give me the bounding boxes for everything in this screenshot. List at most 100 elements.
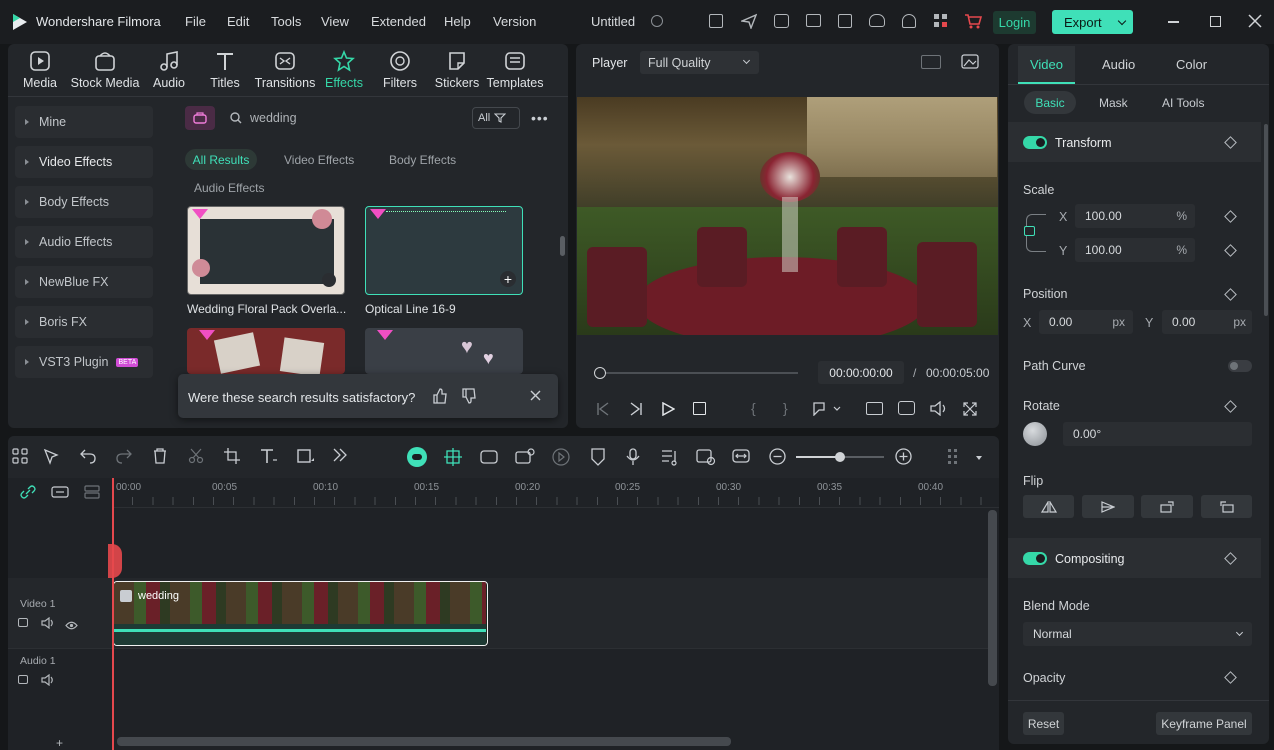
result-thumb-floral[interactable] (187, 206, 345, 295)
close-icon[interactable] (1248, 14, 1262, 31)
category-boris-fx[interactable]: Boris FX (15, 306, 153, 338)
blend-mode-dropdown[interactable]: Normal (1023, 622, 1252, 646)
menu-help[interactable]: Help (444, 14, 471, 29)
select-tool-icon[interactable] (43, 448, 61, 469)
category-vst3-plugin[interactable]: VST3 Plugin BETA (15, 346, 153, 378)
premium-filter-icon[interactable] (185, 106, 215, 130)
inspector-scrollbar[interactable] (1264, 124, 1268, 316)
reset-button[interactable]: Reset (1023, 712, 1064, 735)
mark-out-icon[interactable]: } (783, 400, 788, 416)
result-thumb-optical-line[interactable]: + (365, 206, 523, 295)
stop-icon[interactable] (693, 402, 706, 415)
menu-extended[interactable]: Extended (371, 14, 426, 29)
flip-vertical-button[interactable] (1082, 495, 1134, 518)
save-icon[interactable] (838, 14, 852, 28)
toolbar-stock-media[interactable]: Stock Media (70, 50, 140, 90)
result-thumb-photos[interactable] (187, 328, 345, 374)
layout-grid-icon[interactable] (12, 448, 28, 467)
progress-track[interactable] (600, 372, 798, 374)
ai-assistant-icon[interactable] (774, 14, 789, 28)
playhead[interactable] (112, 478, 114, 750)
audio-mixer-icon[interactable] (660, 448, 678, 469)
snapshot-icon[interactable] (961, 54, 979, 72)
tab-all-results[interactable]: All Results (185, 149, 257, 170)
subtab-basic[interactable]: Basic (1024, 91, 1076, 114)
apps-grid-icon[interactable] (934, 14, 948, 31)
menu-file[interactable]: File (185, 14, 206, 29)
play-icon[interactable] (662, 401, 676, 419)
chevron-down-icon[interactable] (976, 456, 982, 460)
rotate-left-button[interactable] (1201, 495, 1252, 518)
crop-icon[interactable] (224, 448, 240, 467)
redo-icon[interactable] (116, 448, 132, 467)
ai-audio-icon[interactable] (696, 448, 716, 469)
track-lock-icon[interactable] (18, 618, 28, 627)
playhead-handle[interactable] (108, 544, 122, 578)
link-icon[interactable] (20, 485, 36, 502)
filter-dropdown[interactable]: All (472, 107, 520, 129)
zoom-slider-handle[interactable] (835, 452, 845, 462)
position-y-input[interactable]: 0.00 px (1162, 310, 1252, 334)
ai-copilot-icon[interactable] (407, 447, 427, 467)
undo-icon[interactable] (80, 448, 96, 467)
shape-tool-icon[interactable] (297, 448, 315, 467)
tab-video[interactable]: Video (1018, 46, 1075, 84)
grid-view-icon[interactable] (921, 55, 941, 69)
menu-tools[interactable]: Tools (271, 14, 301, 29)
track-lock-icon[interactable] (18, 675, 28, 684)
path-curve-toggle[interactable] (1228, 360, 1252, 372)
track-audio-icon[interactable] (41, 673, 55, 689)
snapshot-camera-icon[interactable] (898, 401, 915, 415)
position-x-input[interactable]: 0.00 px (1039, 310, 1133, 334)
flip-horizontal-button[interactable] (1023, 495, 1074, 518)
scale-x-input[interactable]: 100.00 % (1075, 204, 1195, 228)
zoom-out-icon[interactable] (769, 448, 786, 468)
toolbar-templates[interactable]: Templates (480, 50, 550, 90)
download-icon[interactable] (322, 273, 336, 287)
track-audio-icon[interactable] (41, 616, 55, 632)
scrollbar-thumb[interactable] (560, 236, 565, 256)
category-mine[interactable]: Mine (15, 106, 153, 138)
category-audio-effects[interactable]: Audio Effects (15, 226, 153, 258)
subtab-mask[interactable]: Mask (1099, 96, 1128, 110)
microphone-icon[interactable] (625, 448, 641, 469)
timeline-settings-icon[interactable] (947, 448, 961, 469)
display-icon[interactable] (806, 14, 821, 27)
timeline-vertical-scrollbar[interactable] (988, 510, 997, 686)
split-icon[interactable] (188, 448, 204, 467)
mark-icon[interactable] (590, 448, 606, 469)
prev-frame-icon[interactable] (596, 402, 610, 419)
login-button[interactable]: Login (993, 11, 1036, 34)
thumbs-down-icon[interactable] (461, 388, 477, 407)
toolbar-media[interactable]: Media (5, 50, 75, 90)
thumbs-up-icon[interactable] (432, 388, 448, 407)
rotate-input[interactable]: 0.00° (1063, 422, 1252, 446)
send-icon[interactable] (739, 13, 758, 32)
zoom-in-icon[interactable] (895, 448, 912, 468)
gift-icon[interactable] (709, 14, 723, 28)
marker-icon[interactable] (812, 402, 842, 419)
add-icon[interactable]: + (500, 271, 516, 287)
transform-toggle[interactable] (1023, 136, 1047, 149)
subtab-ai-tools[interactable]: AI Tools (1162, 96, 1204, 110)
track-manager-icon[interactable] (84, 485, 100, 502)
fullscreen-icon[interactable] (963, 402, 977, 419)
menu-edit[interactable]: Edit (227, 14, 249, 29)
compositing-toggle[interactable] (1023, 552, 1047, 565)
more-options-icon[interactable]: ••• (531, 111, 549, 125)
mark-in-icon[interactable]: { (751, 400, 756, 416)
cart-icon[interactable] (964, 13, 983, 32)
rotate-dial[interactable] (1023, 422, 1047, 446)
cloud-upload-icon[interactable] (869, 14, 885, 27)
category-video-effects[interactable]: Video Effects (15, 146, 153, 178)
result-thumb-hearts[interactable]: ♥ ♥ (365, 328, 523, 374)
rotate-right-button[interactable] (1141, 495, 1193, 518)
timeline-horizontal-scrollbar[interactable] (117, 737, 731, 746)
headset-icon[interactable] (902, 14, 916, 28)
export-button[interactable]: Export (1052, 10, 1133, 34)
maximize-icon[interactable] (1210, 16, 1221, 27)
next-frame-icon[interactable] (629, 402, 643, 419)
video-preview[interactable] (577, 97, 998, 335)
tab-video-effects[interactable]: Video Effects (284, 153, 354, 167)
tab-color[interactable]: Color (1176, 57, 1207, 72)
